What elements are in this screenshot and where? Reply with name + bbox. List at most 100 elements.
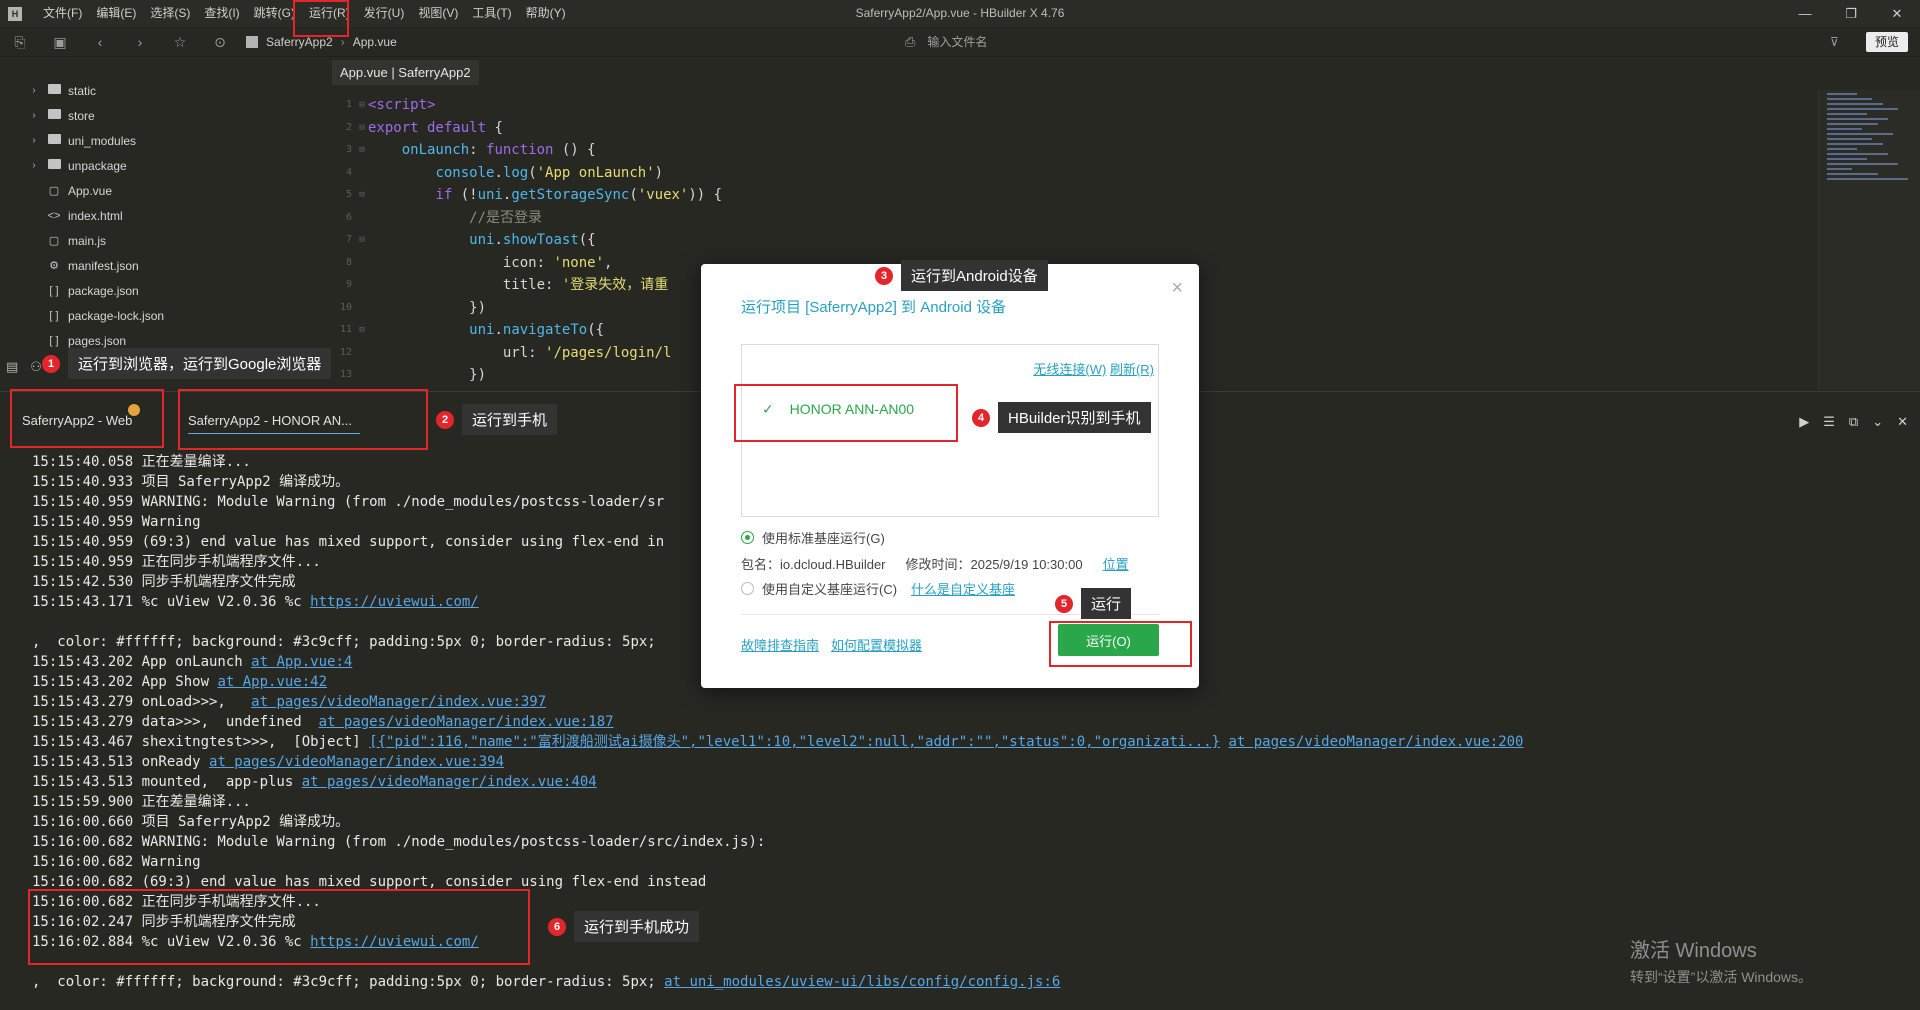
chevron-right-icon[interactable]: › [28,110,40,121]
annotation-callout-5: 5 运行 [1055,588,1132,619]
chevron-right-icon[interactable]: › [28,135,40,146]
annotation-callout-2: 2 运行到手机 [436,404,558,435]
back-icon[interactable]: ‹ [80,27,120,57]
device-links: 无线连接(W) 刷新(R) [1033,359,1154,378]
menu-tools[interactable]: 工具(T) [465,0,518,27]
annotation-number: 5 [1055,594,1073,613]
location-link[interactable]: 位置 [1103,554,1129,573]
project-manager-icon[interactable]: ▤ [6,359,18,375]
filter-icon[interactable]: ⊽ [1830,27,1839,57]
emulator-config-link[interactable]: 如何配置模拟器 [831,635,922,654]
menu-file[interactable]: 文件(F) [36,0,89,27]
bookmark-star-icon[interactable]: ☆ [160,27,200,57]
minimize-button[interactable]: — [1782,0,1828,27]
log-line: 15:15:43.279 onLoad>>>, at pages/videoMa… [32,692,546,712]
tree-item-package-lock[interactable]: [ ] package-lock.json [0,303,332,328]
menu-find[interactable]: 查找(I) [197,0,246,27]
dialog-close-icon[interactable]: × [1171,278,1183,298]
close-panel-icon[interactable]: ✕ [1897,414,1908,430]
app-logo-icon[interactable]: H [8,6,22,21]
tree-item-unpackage[interactable]: › unpackage [0,153,332,178]
tree-item-index-html[interactable]: <> index.html [0,203,332,228]
watermark-line-2: 转到“设置”以激活 Windows。 [1630,969,1813,985]
annotation-callout-3: 3 运行到Android设备 [875,260,1048,291]
run-icon[interactable]: ▶ [1799,414,1809,430]
radio-unchecked-icon[interactable] [741,582,754,595]
annotation-box-run-button [1049,621,1192,667]
run-play-icon[interactable]: ⊙ [200,27,240,57]
tree-item-uni-modules[interactable]: › uni_modules [0,128,332,153]
log-text: 15:15:43.279 data>>>, undefined [32,714,319,730]
preview-button[interactable]: 预览 [1865,32,1908,52]
log-link[interactable]: at App.vue:42 [217,674,327,690]
log-link[interactable]: https://uviewui.com/ [310,594,479,610]
log-text: 15:15:43.202 App onLaunch [32,654,252,670]
troubleshoot-link[interactable]: 故障排查指南 [741,635,819,654]
file-search-icon: ⎙ [905,34,916,49]
json-file-icon: [ ] [49,309,59,322]
annotation-number: 4 [972,408,990,427]
menu-view[interactable]: 视图(V) [411,0,465,27]
clear-console-icon[interactable]: ☰ [1823,414,1835,430]
manifest-file-icon: ⚙ [49,260,59,272]
log-link[interactable]: at pages/videoManager/index.vue:404 [302,774,597,790]
log-line: 15:15:43.202 App onLaunch at App.vue:4 [32,652,352,672]
radio-custom-label: 使用自定义基座运行(C) [762,582,898,597]
menu-bar: H 文件(F) 编辑(E) 选择(S) 查找(I) 跳转(G) 运行(R) 发行… [0,0,1920,27]
tree-item-main-js[interactable]: ▢ main.js [0,228,332,253]
log-link[interactable]: at App.vue:4 [251,654,352,670]
log-text: 15:15:43.202 App Show [32,674,218,690]
log-line: , color: #ffffff; background: #3c9cff; p… [32,634,656,650]
log-link[interactable]: at uni_modules/uview-ui/libs/config/conf… [664,974,1060,990]
plugin-icon[interactable]: ⚇ [30,359,42,375]
watermark-line-1: 激活 Windows [1630,940,1757,962]
tree-item-store[interactable]: › store [0,103,332,128]
annotation-box-web-tab [10,389,164,448]
log-link[interactable]: at pages/videoManager/index.vue:187 [319,714,614,730]
html-file-icon: <> [47,209,61,222]
log-text: 15:15:43.171 %c uView V2.0.36 %c [32,594,311,610]
refresh-link[interactable]: 刷新(R) [1110,362,1154,377]
log-link[interactable]: [{"pid":116,"name":"富利渡船测试ai摄像头","level1… [369,734,1220,750]
menu-select[interactable]: 选择(S) [143,0,197,27]
export-log-icon[interactable]: ⧉ [1849,414,1858,430]
log-link[interactable]: at pages/videoManager/index.vue:200 [1228,734,1523,750]
what-is-custom-base-link[interactable]: 什么是自定义基座 [911,579,1015,598]
radio-custom-base[interactable]: 使用自定义基座运行(C) 什么是自定义基座 [741,579,1015,598]
radio-standard-base[interactable]: 使用标准基座运行(G) [741,528,885,547]
menu-help[interactable]: 帮助(Y) [519,0,573,27]
radio-checked-icon[interactable] [741,531,754,544]
chevron-right-icon[interactable]: › [28,85,40,96]
collapse-panel-icon[interactable]: ⌄ [1872,414,1883,430]
tree-item-app-vue[interactable]: ▢ App.vue [0,178,332,203]
file-search: ⎙ [905,27,1828,57]
log-line: 15:16:00.682 WARNING: Module Warning (fr… [32,834,766,850]
log-line: 15:16:00.682 Warning [32,854,201,870]
tree-item-package-json[interactable]: [ ] package.json [0,278,332,303]
save-icon[interactable]: ▣ [40,27,80,57]
json-file-icon: [ ] [49,334,59,347]
forward-icon[interactable]: › [120,27,160,57]
annotation-box-run-menu [293,0,349,37]
close-window-button[interactable]: ✕ [1874,0,1920,27]
log-link[interactable]: at pages/videoManager/index.vue:394 [209,754,504,770]
annotation-number: 2 [436,410,454,429]
log-link[interactable]: at pages/videoManager/index.vue:397 [251,694,546,710]
editor-tabs: App.vue | SaferryApp2 [332,57,1920,85]
log-line: 15:15:40.959 Warning [32,514,201,530]
chevron-right-icon[interactable]: › [28,160,40,171]
code-line: 5 ⊟ if (! uni. getStorageSync('vuex')) { [345,187,723,203]
breadcrumb-file[interactable]: App.vue [353,35,397,49]
menu-edit[interactable]: 编辑(E) [89,0,143,27]
tree-item-static[interactable]: › static [0,78,332,103]
code-minimap[interactable] [1818,90,1920,390]
tree-item-manifest[interactable]: ⚙ manifest.json [0,253,332,278]
new-file-icon[interactable]: ⎘ [0,27,40,57]
log-line: 15:15:40.959 (69:3) end value has mixed … [32,534,665,550]
log-text: 15:15:43.279 onLoad>>>, [32,694,252,710]
wireless-connect-link[interactable]: 无线连接(W) [1033,362,1106,377]
tab-app-vue[interactable]: App.vue | SaferryApp2 [332,60,479,85]
file-search-input[interactable] [927,35,1828,49]
menu-publish[interactable]: 发行(U) [357,0,412,27]
maximize-button[interactable]: ❐ [1828,0,1874,27]
